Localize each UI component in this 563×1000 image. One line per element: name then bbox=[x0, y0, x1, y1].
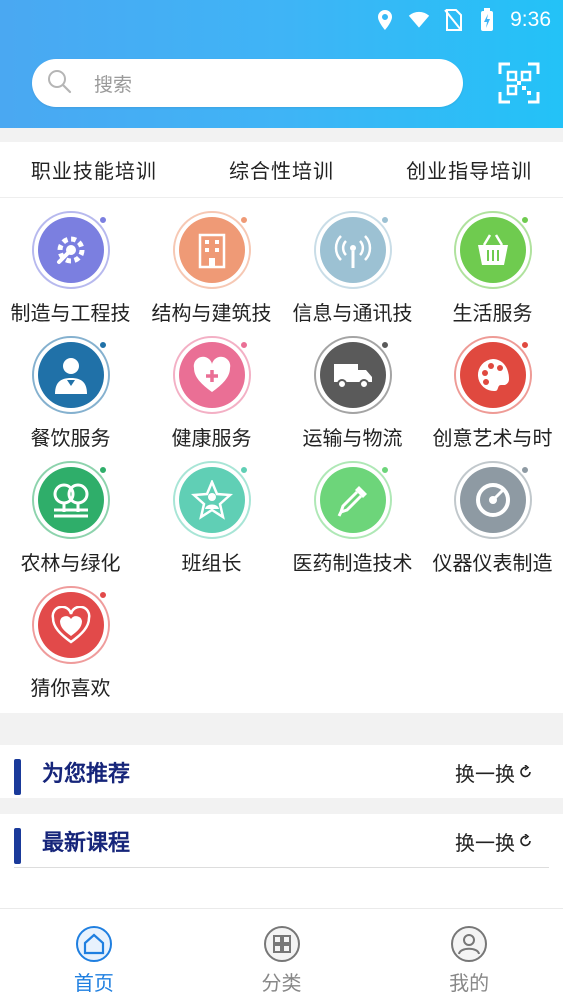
category-label: 制造与工程技 bbox=[10, 301, 131, 325]
divider bbox=[0, 128, 563, 142]
qr-scan-icon[interactable] bbox=[498, 62, 540, 104]
category-item[interactable]: 制造与工程技 bbox=[0, 205, 141, 330]
category-item[interactable]: 餐饮服务 bbox=[0, 330, 141, 455]
category-item[interactable]: 信息与通讯技 bbox=[282, 205, 423, 330]
category-label: 猜你喜欢 bbox=[30, 676, 111, 700]
divider bbox=[0, 713, 563, 745]
category-item[interactable]: 农林与绿化 bbox=[0, 455, 141, 580]
palette-icon bbox=[477, 359, 509, 392]
recommend-section-header: 为您推荐 换一换 bbox=[0, 745, 563, 799]
category-label: 医药制造技术 bbox=[292, 551, 413, 575]
bottom-nav: 首页 分类 我的 bbox=[0, 908, 563, 1000]
nav-category[interactable]: 分类 bbox=[188, 909, 376, 1000]
gear-wrench-icon bbox=[56, 236, 84, 264]
search-placeholder: 搜索 bbox=[94, 73, 133, 96]
grid-icon bbox=[263, 926, 300, 962]
app-header: 9:36 搜索 bbox=[0, 0, 563, 128]
refresh-icon bbox=[520, 834, 531, 847]
building-icon bbox=[198, 233, 225, 269]
category-label: 仪器仪表制造 bbox=[432, 551, 553, 575]
category-label: 班组长 bbox=[181, 551, 242, 575]
category-label: 生活服务 bbox=[452, 301, 533, 325]
refresh-label: 换一换 bbox=[455, 830, 515, 855]
location-icon bbox=[374, 9, 396, 31]
divider bbox=[14, 867, 549, 868]
heart-plus-icon bbox=[193, 356, 230, 392]
category-item[interactable]: 健康服务 bbox=[141, 330, 282, 455]
nav-label: 分类 bbox=[261, 971, 302, 995]
truck-icon bbox=[333, 364, 372, 389]
section-title: 为您推荐 bbox=[42, 762, 131, 787]
status-bar: 9:36 bbox=[374, 0, 563, 40]
section-marker bbox=[14, 759, 21, 795]
search-input[interactable]: 搜索 bbox=[32, 59, 463, 107]
nav-label: 首页 bbox=[73, 971, 114, 995]
star-person-icon bbox=[190, 480, 233, 520]
basket-icon bbox=[477, 234, 508, 265]
nav-label: 我的 bbox=[449, 971, 490, 995]
latest-section-header: 最新课程 换一换 bbox=[0, 814, 563, 868]
signal-tower-icon bbox=[334, 235, 371, 268]
hearts-icon bbox=[51, 606, 90, 644]
nav-home[interactable]: 首页 bbox=[0, 909, 188, 1000]
category-item[interactable]: 仪器仪表制造 bbox=[422, 455, 563, 580]
battery-charging-icon bbox=[476, 8, 498, 31]
divider bbox=[0, 798, 563, 814]
category-tabs: 职业技能培训 综合性培训 创业指导培训 bbox=[0, 142, 563, 198]
category-item[interactable]: 生活服务 bbox=[422, 205, 563, 330]
profile-icon bbox=[451, 926, 488, 962]
refresh-button[interactable]: 换一换 bbox=[455, 758, 533, 787]
category-label: 创意艺术与时 bbox=[432, 426, 553, 450]
refresh-icon bbox=[520, 765, 531, 778]
section-title: 最新课程 bbox=[42, 831, 131, 856]
category-item[interactable]: 创意艺术与时 bbox=[422, 330, 563, 455]
category-label: 农林与绿化 bbox=[20, 551, 121, 575]
section-marker bbox=[14, 828, 21, 864]
tab-comprehensive[interactable]: 综合性培训 bbox=[188, 142, 376, 197]
category-label: 结构与建筑技 bbox=[151, 301, 272, 325]
nav-profile[interactable]: 我的 bbox=[375, 909, 563, 1000]
trees-icon bbox=[53, 483, 88, 518]
search-icon bbox=[46, 68, 72, 98]
waiter-icon bbox=[54, 358, 87, 394]
category-item[interactable]: 结构与建筑技 bbox=[141, 205, 282, 330]
gauge-icon bbox=[475, 483, 510, 517]
tab-entrepreneurship[interactable]: 创业指导培训 bbox=[375, 142, 563, 197]
category-item[interactable]: 猜你喜欢 bbox=[0, 580, 141, 705]
category-item[interactable]: 医药制造技术 bbox=[282, 455, 423, 580]
no-sim-icon bbox=[442, 9, 464, 31]
category-label: 餐饮服务 bbox=[30, 426, 111, 450]
category-label: 健康服务 bbox=[171, 426, 252, 450]
wifi-icon bbox=[408, 9, 430, 31]
category-label: 信息与通讯技 bbox=[292, 301, 413, 325]
dropper-icon bbox=[337, 486, 367, 517]
refresh-button[interactable]: 换一换 bbox=[455, 827, 533, 856]
category-item[interactable]: 班组长 bbox=[141, 455, 282, 580]
tab-vocational-skills[interactable]: 职业技能培训 bbox=[0, 142, 188, 197]
category-label: 运输与物流 bbox=[302, 426, 403, 450]
category-item[interactable]: 运输与物流 bbox=[282, 330, 423, 455]
refresh-label: 换一换 bbox=[455, 761, 515, 786]
home-icon bbox=[75, 926, 112, 962]
status-time: 9:36 bbox=[510, 8, 551, 31]
